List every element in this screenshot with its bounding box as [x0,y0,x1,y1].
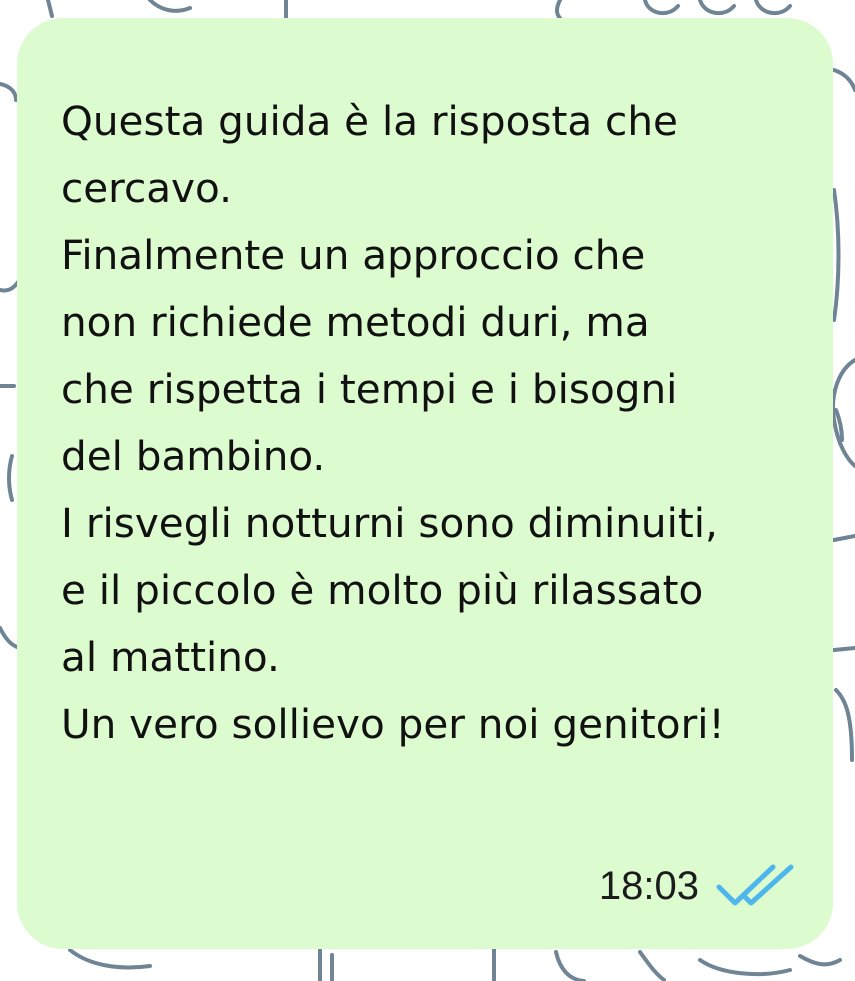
message-line: del bambino. [61,432,326,480]
message-line: non richiede metodi duri, ma [61,298,650,346]
message-meta: 18:03 [599,861,797,911]
message-text: Questa guida è la risposta che cercavo. … [61,88,801,758]
message-line: I risvegli notturni sono diminuiti, [61,499,718,547]
message-timestamp: 18:03 [598,864,699,908]
outgoing-message-bubble[interactable]: Questa guida è la risposta che cercavo. … [17,18,833,949]
message-line: Un vero sollievo per noi genitori! [61,700,725,748]
message-line: e il piccolo è molto più rilassato [61,566,704,614]
message-line: Questa guida è la risposta che [61,97,678,145]
message-line: che rispetta i tempi e i bisogni [61,365,678,413]
double-check-read-icon [716,864,794,906]
message-line: al mattino. [61,633,280,681]
message-line: Finalmente un approccio che [61,231,646,279]
message-line: cercavo. [61,164,232,212]
